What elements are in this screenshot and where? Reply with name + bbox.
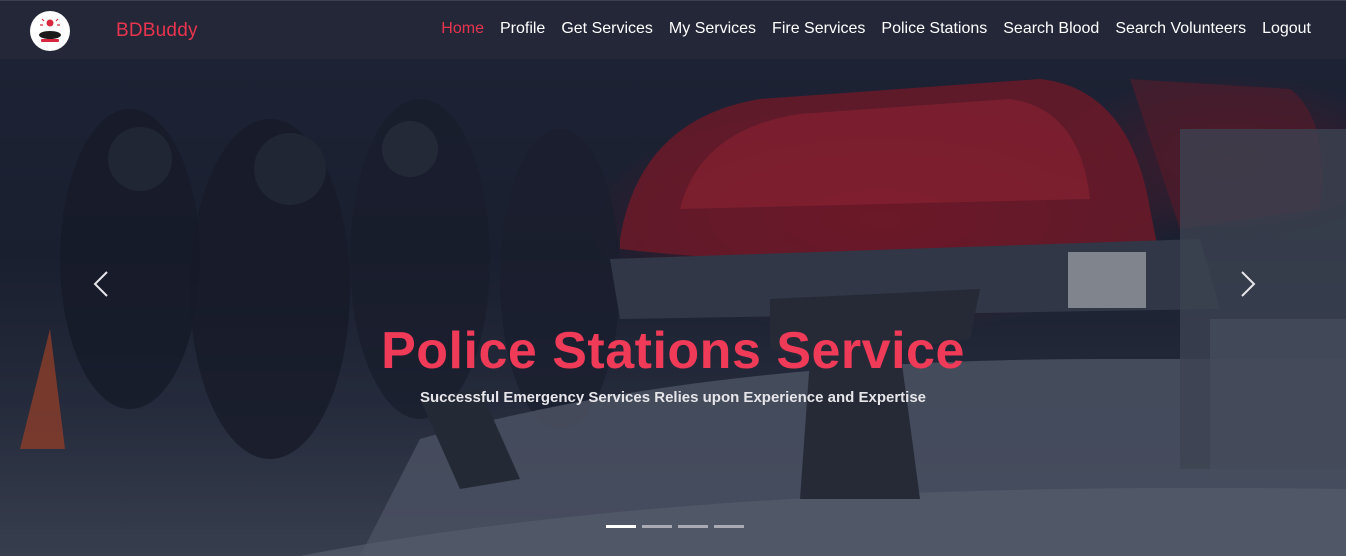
nav-item-my-services[interactable]: My Services [669, 20, 756, 38]
chevron-right-icon [1241, 271, 1256, 297]
carousel-next-button[interactable] [1233, 264, 1263, 304]
carousel-indicator-4[interactable] [714, 525, 744, 528]
carousel-prev-button[interactable] [88, 264, 118, 304]
chevron-left-icon [93, 271, 108, 297]
navbar: BDBuddy Home Profile Get Services My Ser… [0, 0, 1346, 59]
nav-item-search-volunteers[interactable]: Search Volunteers [1115, 20, 1246, 38]
carousel-indicator-1[interactable] [606, 525, 636, 528]
slide-title: Police Stations Service [381, 322, 965, 380]
nav-item-police-stations[interactable]: Police Stations [881, 20, 987, 38]
hero-carousel: Police Stations Service Successful Emerg… [0, 59, 1346, 556]
brand-name[interactable]: BDBuddy [116, 20, 198, 42]
nav-item-logout[interactable]: Logout [1262, 20, 1311, 38]
slide-subtitle: Successful Emergency Services Relies upo… [419, 389, 927, 406]
nav-item-get-services[interactable]: Get Services [561, 20, 653, 38]
nav-item-home[interactable]: Home [441, 20, 484, 38]
brand-logo[interactable] [30, 11, 70, 51]
hero-overlay [0, 59, 1346, 556]
carousel-indicator-2[interactable] [642, 525, 672, 528]
nav-item-search-blood[interactable]: Search Blood [1003, 20, 1099, 38]
carousel-indicator-3[interactable] [678, 525, 708, 528]
main-nav: Home Profile Get Services My Services Fi… [441, 20, 1311, 38]
nav-item-profile[interactable]: Profile [500, 20, 545, 38]
nav-item-fire-services[interactable]: Fire Services [772, 20, 865, 38]
carousel-indicators [606, 525, 744, 528]
logo-emblem-icon [31, 12, 69, 50]
